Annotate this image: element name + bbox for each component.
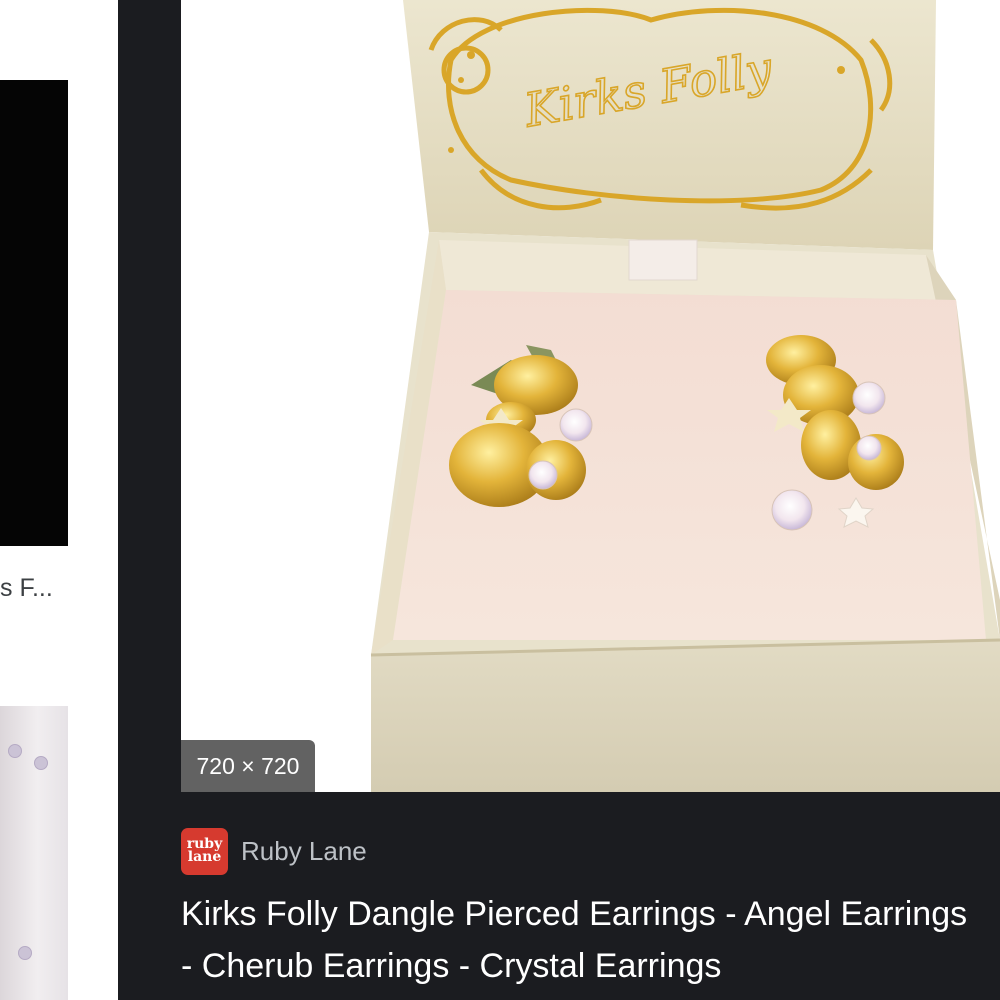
left-results-column: s F... <box>0 0 118 1000</box>
box-front-wall <box>371 640 1000 792</box>
result-thumbnail-jewelry[interactable] <box>0 706 68 1000</box>
preview-image[interactable]: Kirks Folly <box>181 0 1000 792</box>
result-thumbnail-dark[interactable] <box>0 80 68 546</box>
ruby-lane-logo-icon: ruby lane <box>181 827 228 875</box>
image-dimensions-badge: 720 × 720 <box>181 740 315 792</box>
source-name[interactable]: Ruby Lane <box>241 836 367 867</box>
bead-shape <box>8 744 22 758</box>
bead-shape <box>18 946 32 960</box>
result-caption[interactable]: s F... <box>0 574 110 603</box>
bead-shape <box>34 756 48 770</box>
box-lid <box>403 0 936 250</box>
earrings-box-photo: Kirks Folly <box>370 0 1000 792</box>
result-title[interactable]: Kirks Folly Dangle Pierced Earrings - An… <box>181 888 981 992</box>
source-link[interactable]: ruby lane Ruby Lane <box>181 826 367 876</box>
box-tag <box>628 239 698 281</box>
image-preview-panel: Kirks Folly 720 × 720 ruby lane Ruby Lan… <box>118 0 1000 1000</box>
